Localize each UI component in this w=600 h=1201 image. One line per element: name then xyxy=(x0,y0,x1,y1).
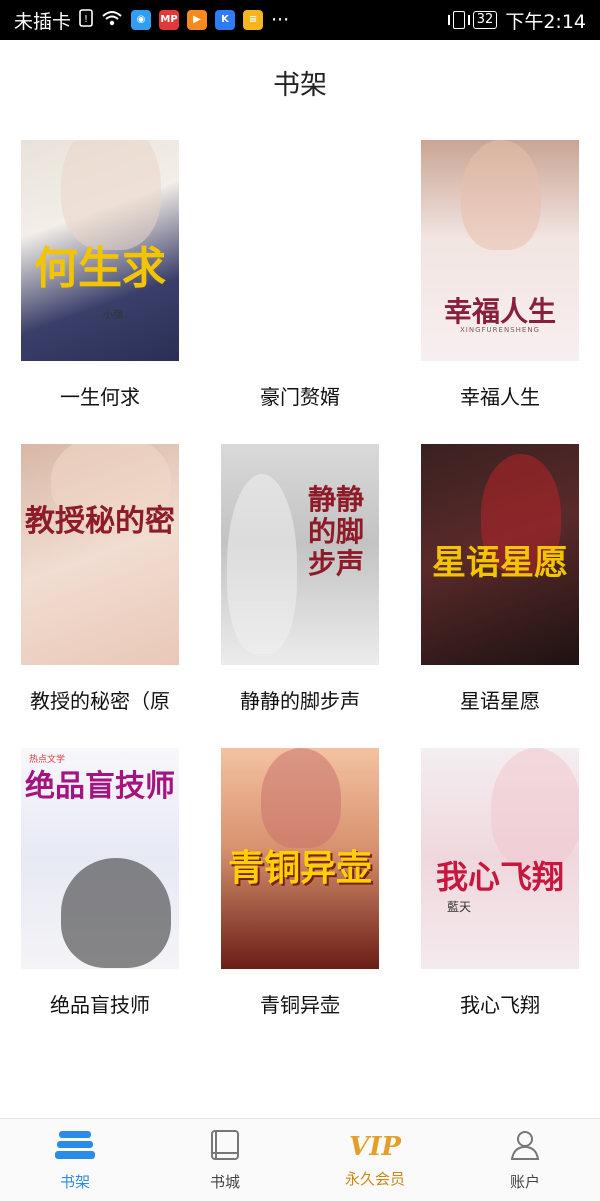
cover-title: 青铜异壶 xyxy=(227,847,372,889)
book-title[interactable]: 静静的脚步声 xyxy=(210,685,390,714)
nav-vip[interactable]: VIP 永久会员 xyxy=(300,1119,450,1201)
nav-bookshelf[interactable]: 书架 xyxy=(0,1119,150,1201)
bottom-nav: 书架 书城 VIP 永久会员 账户 xyxy=(0,1118,600,1201)
book-cover[interactable]: 我心飞翔 藍天 xyxy=(421,748,579,969)
more-icon: ··· xyxy=(271,9,290,31)
nav-account[interactable]: 账户 xyxy=(450,1119,600,1201)
cover-title: 静静的脚步声 xyxy=(307,483,364,580)
cover-title: 幸福人生 xyxy=(443,295,556,328)
book-title[interactable]: 青铜异壶 xyxy=(210,989,390,1018)
book-cover[interactable]: 教授秘的密 xyxy=(21,444,179,665)
note-app-icon: ≡ xyxy=(243,10,264,30)
book-item[interactable]: 我心飞翔 藍天 我心飞翔 xyxy=(410,748,590,1018)
book-title[interactable]: 教授的秘密（原 xyxy=(10,685,190,714)
cover-brand: 热点文学 xyxy=(29,755,66,765)
nav-label: 永久会员 xyxy=(344,1169,405,1188)
book-item[interactable]: 热点文学 绝品盲技师 绝品盲技师 xyxy=(10,748,190,1018)
bookshelf-icon xyxy=(55,1129,95,1165)
battery-indicator: 32 xyxy=(472,11,498,29)
cover-author: 藍天 xyxy=(447,900,472,914)
cover-title: 教授秘的密 xyxy=(25,504,175,539)
book-title[interactable]: 星语星愿 xyxy=(410,685,590,714)
k-app-icon: K xyxy=(215,10,236,30)
book-cover[interactable]: 热点文学 绝品盲技师 xyxy=(21,748,179,969)
book-title[interactable]: 一生何求 xyxy=(10,381,190,410)
cover-figure xyxy=(491,748,579,868)
cover-title: 绝品盲技师 xyxy=(25,769,175,804)
book-item[interactable]: 星语星愿 星语星愿 xyxy=(410,444,590,714)
svg-text:!: ! xyxy=(84,14,88,25)
book-item[interactable]: 青铜异壶 青铜异壶 xyxy=(210,748,390,1018)
book-title[interactable]: 绝品盲技师 xyxy=(10,989,190,1018)
book-title[interactable]: 豪门赘婿 xyxy=(210,381,390,410)
nav-label: 书城 xyxy=(209,1172,240,1191)
book-cover[interactable]: 何生求 小强 xyxy=(21,140,179,361)
book-cover[interactable]: 青铜异壶 xyxy=(221,748,379,969)
nav-label: 书架 xyxy=(59,1172,90,1191)
page-title: 书架 xyxy=(273,69,327,101)
vip-icon: VIP xyxy=(349,1131,401,1162)
book-item[interactable]: 幸福人生 XINGFURENSHENG 幸福人生 xyxy=(410,140,590,410)
cover-figure xyxy=(61,858,171,968)
mp-app-icon: MP xyxy=(159,10,180,30)
cover-subtitle: XINGFURENSHENG xyxy=(460,326,540,334)
book-cover[interactable]: 星语星愿 xyxy=(421,444,579,665)
cover-title: 我心飞翔 xyxy=(435,858,564,896)
user-icon xyxy=(509,1129,541,1165)
cover-title: 星语星愿 xyxy=(432,543,568,583)
cover-figure xyxy=(227,474,297,654)
cover-figure xyxy=(261,748,341,848)
book-cover[interactable]: 静静的脚步声 xyxy=(221,444,379,665)
book-cover[interactable]: 幸福人生 XINGFURENSHENG xyxy=(421,140,579,361)
vibrate-icon xyxy=(447,11,470,29)
header: 书架 xyxy=(0,40,600,124)
book-item[interactable]: 教授秘的密 教授的秘密（原 xyxy=(10,444,190,714)
cover-figure xyxy=(461,140,541,250)
book-title[interactable]: 我心飞翔 xyxy=(410,989,590,1018)
video-app-icon: ▶ xyxy=(187,10,208,30)
cover-author: 小强 xyxy=(103,310,123,321)
search-app-icon: ◉ xyxy=(131,10,152,30)
sim-icon: ! xyxy=(79,8,93,32)
clock: 下午2:14 xyxy=(505,10,586,33)
cover-title: 何生求 xyxy=(34,243,166,294)
book-icon xyxy=(208,1129,242,1165)
status-bar: 未插卡 ! ◉ MP ▶ K ≡ ··· 32 下午2:14 xyxy=(0,0,600,40)
book-item[interactable]: 何生求 小强 一生何求 xyxy=(10,140,190,410)
book-title[interactable]: 幸福人生 xyxy=(410,381,590,410)
nav-label: 账户 xyxy=(509,1172,540,1191)
book-cover[interactable] xyxy=(221,140,379,361)
book-item[interactable]: 豪门赘婿 xyxy=(210,140,390,410)
book-item[interactable]: 静静的脚步声 静静的脚步声 xyxy=(210,444,390,714)
wifi-icon xyxy=(101,9,123,32)
nav-bookstore[interactable]: 书城 xyxy=(150,1119,300,1201)
carrier-text: 未插卡 xyxy=(14,10,72,33)
